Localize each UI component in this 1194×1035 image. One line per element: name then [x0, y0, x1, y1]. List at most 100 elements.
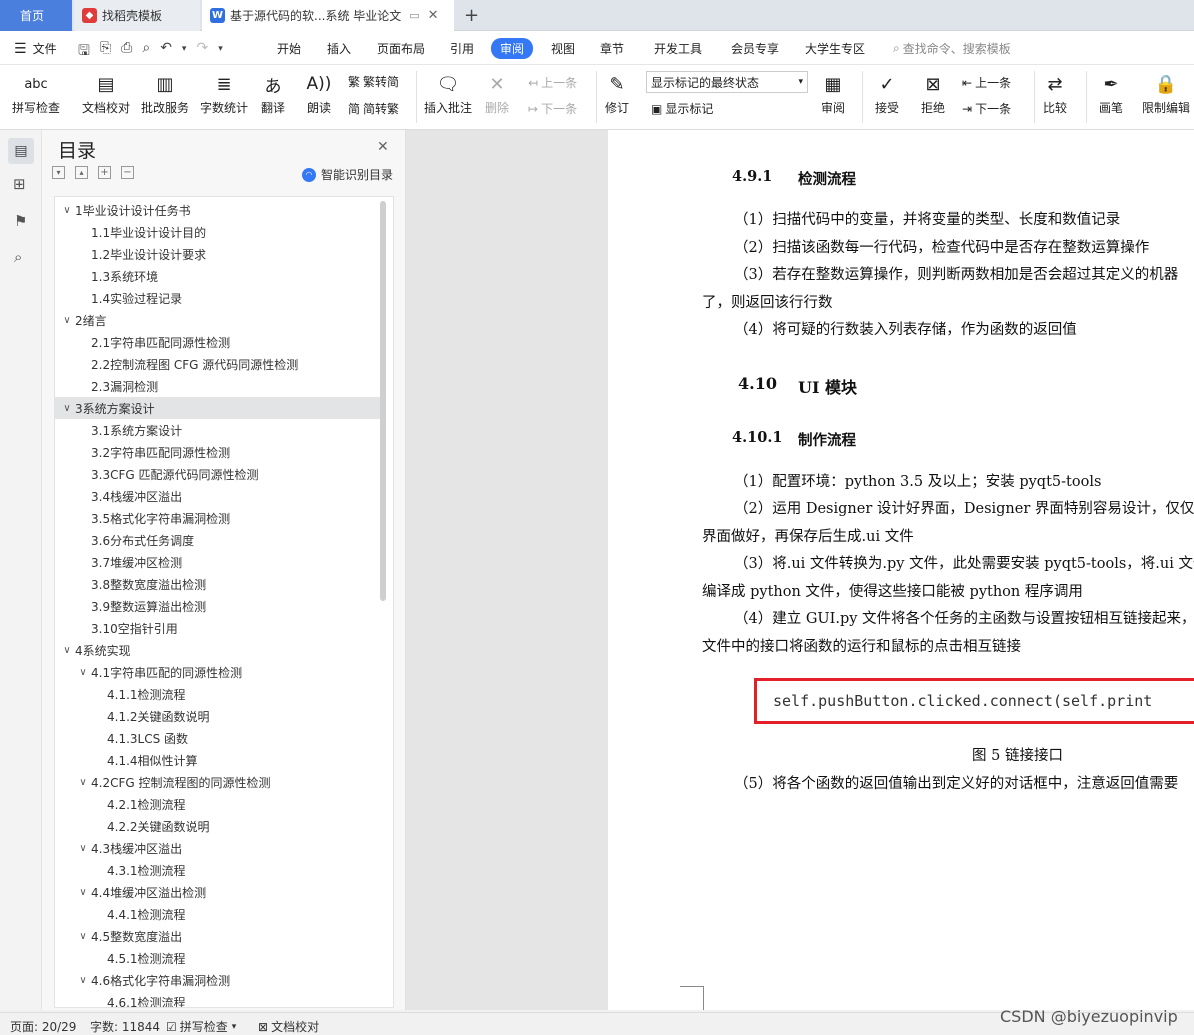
save-icon[interactable]: 🖫 — [78, 40, 90, 64]
reject-button[interactable]: ⊠ 拒绝 — [918, 69, 948, 116]
next-change-button[interactable]: ⇥ 下一条 — [962, 100, 1011, 117]
redo-icon[interactable]: ↷ — [196, 40, 208, 64]
toc-item[interactable]: 3.2字符串匹配同源性检测 — [55, 441, 380, 463]
demote-icon[interactable]: − — [121, 166, 134, 179]
toc-item[interactable]: 3.8整数宽度溢出检测 — [55, 573, 380, 595]
menu-developer[interactable]: 开发工具 — [654, 40, 702, 57]
toc-item[interactable]: 4.2.2关键函数说明 — [55, 815, 380, 837]
toc-item[interactable]: 3.10空指针引用 — [55, 617, 380, 639]
toc-nav-icon[interactable]: ▤ — [8, 138, 34, 164]
restrict-edit-button[interactable]: 🔒 限制编辑 — [1142, 69, 1190, 116]
toc-item[interactable]: 4.6.1检测流程 — [55, 991, 380, 1008]
delete-comment-button[interactable]: ✕ 删除 — [482, 69, 512, 116]
toc-item[interactable]: 1.3系统环境 — [55, 265, 380, 287]
accept-button[interactable]: ✓ 接受 — [872, 69, 902, 116]
export-pdf-icon[interactable]: ⎘ — [100, 40, 111, 64]
print-icon[interactable]: ⎙ — [121, 40, 132, 64]
menu-review[interactable]: 审阅 — [491, 38, 534, 59]
track-changes-button[interactable]: ✎ 修订 — [602, 69, 632, 116]
toc-item[interactable]: ∨ 4.5整数宽度溢出 — [55, 925, 380, 947]
toc-item[interactable]: 2.1字符串匹配同源性检测 — [55, 331, 380, 353]
simp-to-trad-button[interactable]: 简 简转繁 — [348, 100, 399, 117]
tab-home[interactable]: 首页 — [0, 0, 72, 31]
expand-toggle-icon[interactable]: ∨ — [77, 887, 89, 898]
toc-item[interactable]: ∨ 1毕业设计设计任务书 — [55, 199, 380, 221]
file-menu[interactable]: ☰ 文件 — [14, 40, 57, 57]
toc-item[interactable]: 1.4实验过程记录 — [55, 287, 380, 309]
toc-item[interactable]: ∨ 2绪言 — [55, 309, 380, 331]
word-count-indicator[interactable]: 字数: 11844 — [90, 1018, 160, 1035]
toc-item[interactable]: 2.2控制流程图 CFG 源代码同源性检测 — [55, 353, 380, 375]
show-markup-button[interactable]: ▣ 显示标记 — [651, 100, 713, 117]
read-aloud-button[interactable]: A)) 朗读 — [304, 69, 334, 116]
toc-item[interactable]: 3.9整数运算溢出检测 — [55, 595, 380, 617]
menu-layout[interactable]: 页面布局 — [377, 40, 425, 57]
toc-item[interactable]: 4.2.1检测流程 — [55, 793, 380, 815]
toc-item[interactable]: 4.1.1检测流程 — [55, 683, 380, 705]
monitor-icon[interactable]: ▭ — [409, 9, 419, 22]
prev-comment-button[interactable]: ↤ 上一条 — [528, 74, 577, 91]
expand-toggle-icon[interactable]: ∨ — [77, 777, 89, 788]
trad-to-simp-button[interactable]: 繁 繁转简 — [348, 73, 399, 90]
menu-student[interactable]: 大学生专区 — [805, 40, 865, 57]
doc-proof-status[interactable]: ⊠ 文档校对 — [258, 1018, 319, 1035]
expand-toggle-icon[interactable]: ∨ — [77, 931, 89, 942]
expand-toggle-icon[interactable]: ∨ — [77, 843, 89, 854]
smart-toc-button[interactable]: ◠ 智能识别目录 — [302, 166, 393, 183]
batch-service-button[interactable]: ▥ 批改服务 — [141, 69, 189, 116]
review-pane-button[interactable]: ▦ 审阅 — [818, 69, 848, 116]
toc-item[interactable]: 2.3漏洞检测 — [55, 375, 380, 397]
expand-toggle-icon[interactable]: ∨ — [61, 645, 73, 656]
toc-item[interactable]: 4.1.3LCS 函数 — [55, 727, 380, 749]
toc-item[interactable]: 4.5.1检测流程 — [55, 947, 380, 969]
toc-item[interactable]: 4.1.2关键函数说明 — [55, 705, 380, 727]
toc-item[interactable]: 4.1.4相似性计算 — [55, 749, 380, 771]
compare-button[interactable]: ⇄ 比较 — [1040, 69, 1070, 116]
toc-item[interactable]: 1.2毕业设计设计要求 — [55, 243, 380, 265]
toc-item[interactable]: ∨ 4.4堆缓冲区溢出检测 — [55, 881, 380, 903]
menu-start[interactable]: 开始 — [277, 40, 301, 57]
print-preview-icon[interactable]: ⌕ — [142, 40, 150, 64]
pen-button[interactable]: ✒ 画笔 — [1096, 69, 1126, 116]
toc-item[interactable]: 3.4栈缓冲区溢出 — [55, 485, 380, 507]
menu-member[interactable]: 会员专享 — [731, 40, 779, 57]
expand-toggle-icon[interactable]: ∨ — [61, 403, 73, 414]
toc-item[interactable]: ∨ 4系统实现 — [55, 639, 380, 661]
expand-toggle-icon[interactable]: ∨ — [77, 667, 89, 678]
toc-item[interactable]: 3.6分布式任务调度 — [55, 529, 380, 551]
chapter-nav-icon[interactable]: ⊞ — [13, 175, 26, 193]
translate-button[interactable]: あ 翻译 — [258, 69, 288, 116]
tab-close-icon[interactable]: ✕ — [428, 8, 439, 23]
customize-toolbar-icon[interactable]: ▾ — [218, 40, 223, 64]
toc-item[interactable]: ∨ 4.1字符串匹配的同源性检测 — [55, 661, 380, 683]
expand-toggle-icon[interactable]: ∨ — [61, 315, 73, 326]
toc-item[interactable]: ∨ 4.2CFG 控制流程图的同源性检测 — [55, 771, 380, 793]
undo-icon[interactable]: ↶ — [160, 40, 172, 64]
tab-docer[interactable]: ◆ 找稻壳模板 — [74, 0, 200, 31]
toc-item[interactable]: ∨ 4.6格式化字符串漏洞检测 — [55, 969, 380, 991]
command-search[interactable]: ⌕ 查找命令、搜索模板 — [893, 40, 1011, 57]
toc-close-icon[interactable]: ✕ — [377, 139, 389, 155]
promote-icon[interactable]: + — [98, 166, 111, 179]
doc-proof-button[interactable]: ▤ 文档校对 — [82, 69, 130, 116]
toc-item[interactable]: 3.3CFG 匹配源代码同源性检测 — [55, 463, 380, 485]
next-comment-button[interactable]: ↦ 下一条 — [528, 100, 577, 117]
toc-item[interactable]: 3.1系统方案设计 — [55, 419, 380, 441]
markup-state-select[interactable]: 显示标记的最终状态 ▾ — [646, 71, 808, 93]
page-indicator[interactable]: 页面: 20/29 — [10, 1018, 76, 1035]
undo-dropdown-icon[interactable]: ▾ — [182, 40, 187, 64]
collapse-all-icon[interactable]: ▾ — [52, 166, 65, 179]
insert-comment-button[interactable]: 🗨 插入批注 — [424, 69, 472, 116]
new-tab-button[interactable]: + — [458, 0, 488, 31]
toc-item[interactable]: 3.5格式化字符串漏洞检测 — [55, 507, 380, 529]
menu-chapter[interactable]: 章节 — [600, 40, 624, 57]
find-icon[interactable]: ⌕ — [14, 248, 22, 266]
toc-item[interactable]: 3.7堆缓冲区检测 — [55, 551, 380, 573]
word-count-button[interactable]: ≣ 字数统计 — [200, 69, 248, 116]
tab-document[interactable]: W 基于源代码的软...系统 毕业论文 ▭ ✕ — [202, 0, 454, 31]
prev-change-button[interactable]: ⇤ 上一条 — [962, 74, 1011, 91]
menu-references[interactable]: 引用 — [450, 40, 474, 57]
toc-item[interactable]: ∨ 3系统方案设计 — [55, 397, 380, 419]
expand-all-icon[interactable]: ▴ — [75, 166, 88, 179]
toc-item[interactable]: 4.3.1检测流程 — [55, 859, 380, 881]
